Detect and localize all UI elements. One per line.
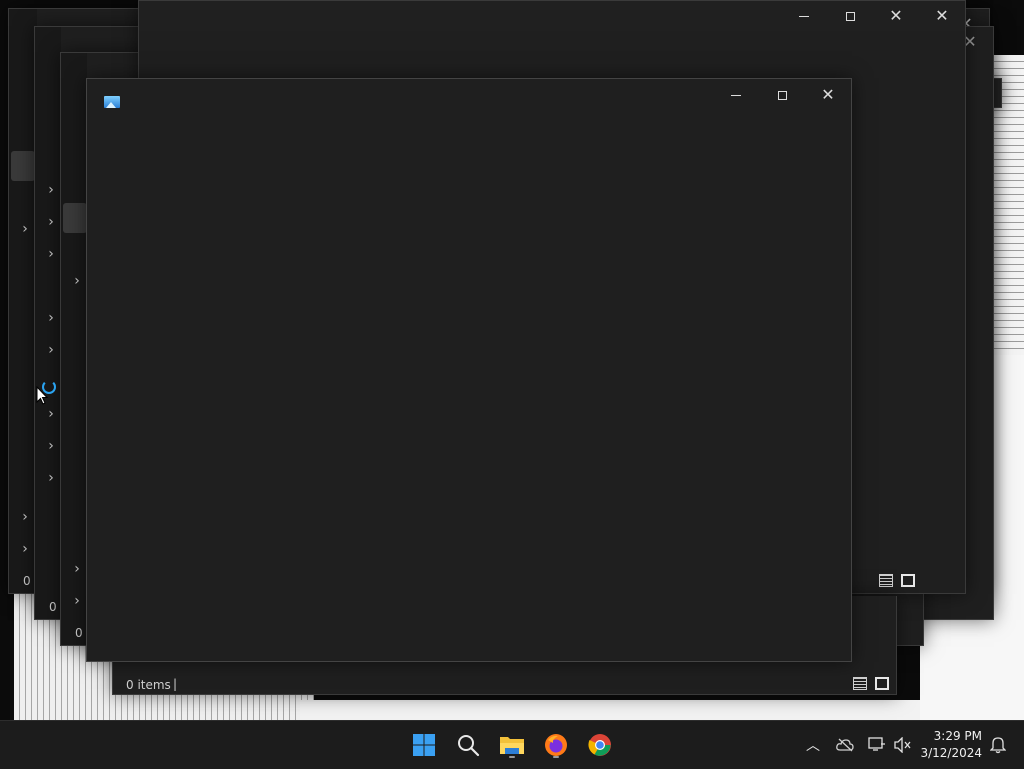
expand-chevron-icon[interactable]: › [43, 246, 59, 262]
close-icon: ✕ [821, 85, 835, 104]
close-icon: ✕ [889, 6, 903, 25]
expand-chevron-icon[interactable]: › [43, 406, 59, 422]
expand-chevron-icon[interactable]: › [17, 541, 33, 557]
expand-chevron-icon[interactable]: › [43, 310, 59, 326]
tiles-view-button[interactable] [875, 677, 889, 690]
onedrive-icon[interactable] [836, 738, 854, 752]
expand-chevron-icon[interactable]: › [43, 470, 59, 486]
minimize-button[interactable] [713, 80, 759, 110]
expand-chevron-icon[interactable]: › [17, 221, 33, 237]
network-icon[interactable] [868, 736, 886, 754]
clock[interactable]: 3:29 PM 3/12/2024 [920, 728, 982, 762]
close-button[interactable]: ✕ [873, 1, 919, 31]
volume-muted-icon[interactable] [894, 737, 912, 753]
details-view-button[interactable] [879, 574, 893, 587]
expand-chevron-icon[interactable]: › [43, 342, 59, 358]
tiles-view-button[interactable] [901, 574, 915, 587]
expand-chevron-icon[interactable]: › [43, 214, 59, 230]
maximize-button[interactable] [759, 80, 805, 110]
nav-pane [61, 53, 87, 645]
taskbar: ︿ 3:29 PM 3/12/2024 [0, 720, 1024, 769]
expand-chevron-icon[interactable]: › [69, 273, 85, 289]
start-button[interactable] [409, 730, 439, 760]
file-explorer-button[interactable] [497, 730, 527, 760]
minimize-icon [799, 15, 809, 17]
close-icon: ✕ [935, 6, 949, 25]
clock-date: 3/12/2024 [920, 746, 982, 760]
firefox-icon [545, 734, 567, 756]
window-controls: ✕ [713, 80, 851, 110]
maximize-button[interactable] [827, 1, 873, 31]
windows-logo-icon [413, 734, 435, 756]
photos-mountain [106, 102, 116, 108]
folder-icon [500, 737, 524, 754]
expand-chevron-icon[interactable]: › [43, 182, 59, 198]
running-indicator [509, 756, 515, 758]
minimize-icon [731, 94, 741, 96]
window-controls: ✕ ✕ [781, 1, 965, 31]
expand-chevron-icon[interactable]: › [69, 593, 85, 609]
details-view-button[interactable] [853, 677, 867, 690]
firefox-button[interactable] [541, 730, 571, 760]
maximize-icon [777, 90, 787, 100]
clock-time: 3:29 PM [933, 729, 982, 743]
close-button-2[interactable]: ✕ [919, 1, 965, 31]
search-icon [458, 735, 480, 757]
mouse-cursor-icon [36, 386, 48, 405]
maximize-icon [845, 11, 855, 21]
expand-chevron-icon[interactable]: › [43, 438, 59, 454]
close-button[interactable]: ✕ [805, 80, 851, 110]
expand-chevron-icon[interactable]: › [17, 509, 33, 525]
chevron-up-icon[interactable]: ︿ [806, 735, 820, 755]
nav-pane [9, 9, 37, 593]
expand-chevron-icon[interactable]: › [69, 561, 85, 577]
status-separator: | [173, 677, 178, 691]
chrome-button[interactable] [585, 730, 615, 760]
photos-app-icon [104, 96, 120, 108]
nav-selection [63, 203, 87, 233]
nav-selection [11, 151, 35, 181]
bell-icon[interactable] [990, 736, 1006, 754]
running-indicator [553, 756, 559, 758]
status-item-count: 0 items [126, 678, 171, 692]
photos-window[interactable]: ✕ [86, 78, 852, 662]
search-button[interactable] [453, 730, 483, 760]
minimize-button[interactable] [781, 1, 827, 31]
chrome-icon [588, 734, 611, 756]
desktop-artifact-bottom-white [300, 700, 920, 720]
